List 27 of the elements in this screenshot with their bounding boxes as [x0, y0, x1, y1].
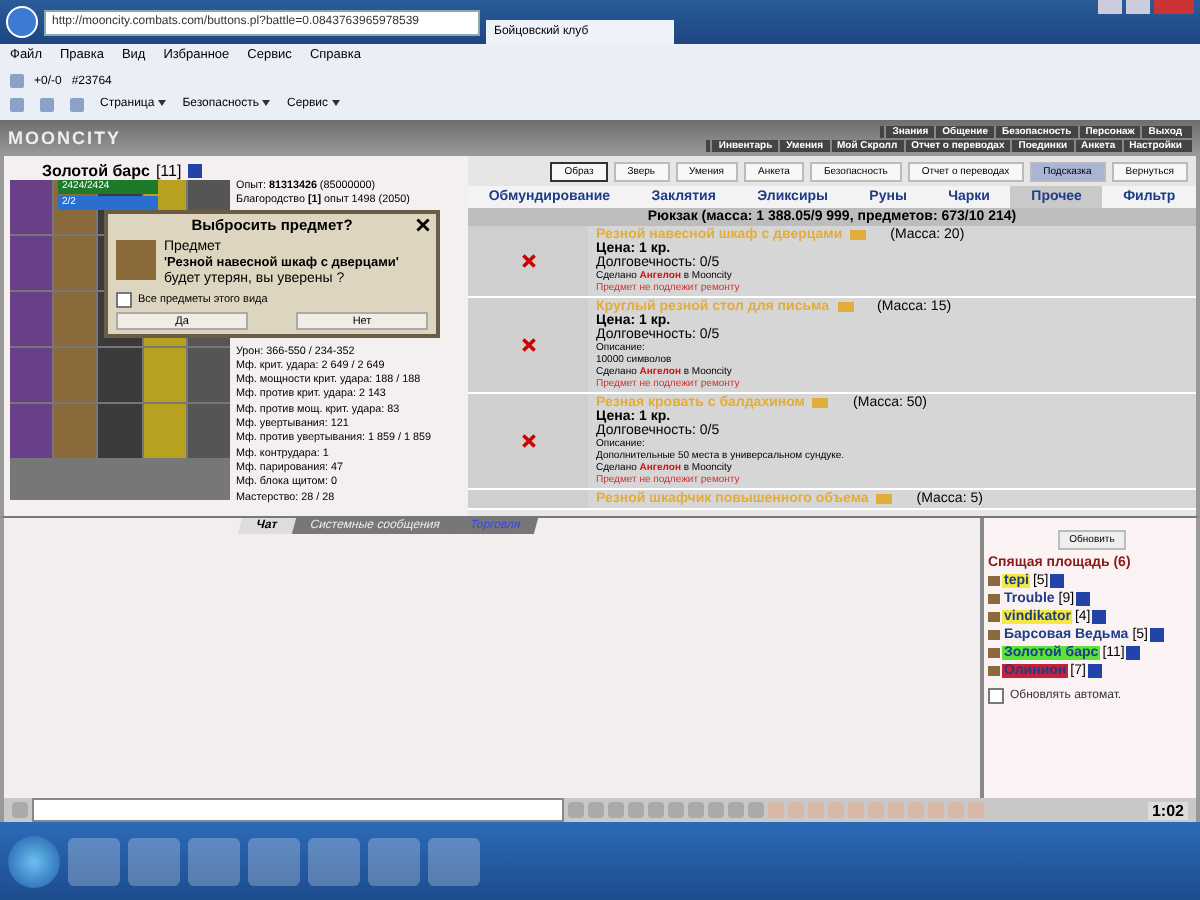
taskbar-app-icon[interactable]: [308, 838, 360, 886]
back-button[interactable]: [6, 6, 38, 38]
start-button[interactable]: [8, 836, 60, 888]
info-icon[interactable]: [187, 163, 202, 177]
checkbox[interactable]: [116, 292, 132, 308]
taskbar-app-icon[interactable]: [368, 838, 420, 886]
badge-icon: [850, 230, 867, 240]
badge-icon: [812, 398, 829, 408]
delete-icon[interactable]: [521, 254, 535, 268]
info-icon[interactable]: [1087, 663, 1102, 677]
taskbar-app-icon[interactable]: [128, 838, 180, 886]
character-name[interactable]: Золотой барс: [42, 161, 150, 179]
chat-input[interactable]: [32, 798, 564, 822]
delete-icon[interactable]: [521, 434, 535, 448]
delete-icon[interactable]: [521, 338, 535, 352]
taskbar-app-icon[interactable]: [248, 838, 300, 886]
badge-icon: [837, 302, 854, 312]
taskbar-app-icon[interactable]: [188, 838, 240, 886]
logo: MOONCITY: [8, 128, 121, 148]
clock: 1:02: [1147, 801, 1188, 819]
close-button[interactable]: [416, 218, 430, 232]
badge-icon: [876, 494, 893, 504]
checkbox[interactable]: [988, 688, 1004, 704]
taskbar-app-icon[interactable]: [428, 838, 480, 886]
item-picture: [116, 240, 156, 280]
window-controls-drawing: [1098, 0, 1194, 14]
character-level: [11]: [155, 161, 182, 179]
